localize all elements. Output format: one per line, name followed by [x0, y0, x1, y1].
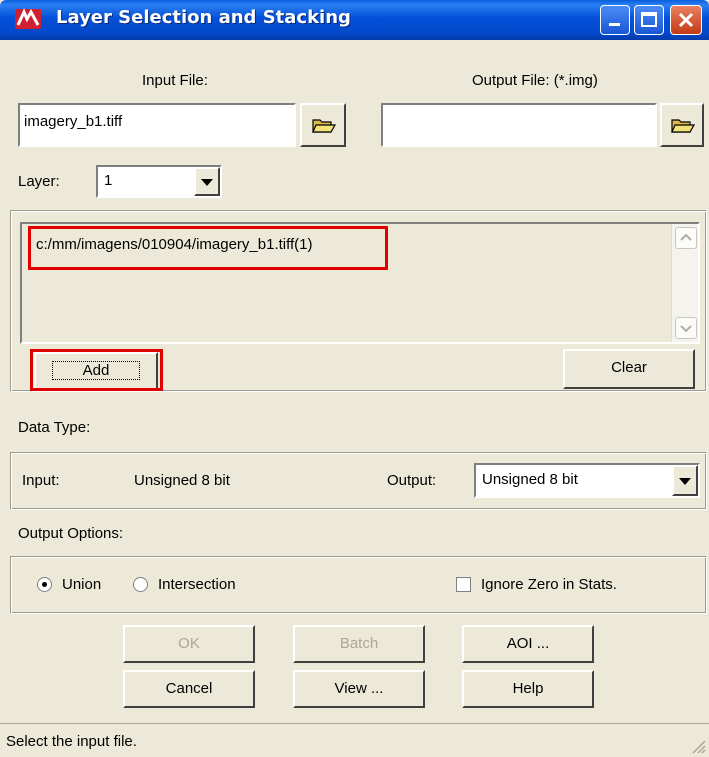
ok-button[interactable]: OK — [123, 625, 255, 663]
chevron-up-icon — [680, 233, 692, 241]
batch-button[interactable]: Batch — [293, 625, 425, 663]
highlight-box-list-item — [28, 226, 388, 270]
maximize-button[interactable] — [634, 5, 664, 35]
view-button[interactable]: View ... — [293, 670, 425, 708]
chevron-down-icon — [680, 325, 692, 333]
resize-grip-icon[interactable] — [690, 738, 706, 754]
chevron-down-icon — [201, 179, 213, 186]
cancel-button[interactable]: Cancel — [123, 670, 255, 708]
layer-list-scrollbar[interactable] — [671, 224, 698, 342]
input-file-browse-button[interactable] — [300, 103, 346, 147]
output-file-field[interactable] — [381, 103, 657, 147]
input-type-value: Unsigned 8 bit — [134, 472, 230, 489]
chevron-down-icon — [679, 478, 691, 485]
output-options-heading: Output Options: — [18, 525, 124, 542]
status-text: Select the input file. — [6, 733, 137, 750]
folder-open-icon — [671, 119, 695, 133]
output-type-label: Output: — [387, 472, 437, 489]
close-icon — [678, 12, 694, 28]
intersection-label[interactable]: Intersection — [158, 576, 236, 593]
minimize-icon — [609, 23, 620, 26]
input-file-label: Input File: — [142, 72, 208, 89]
output-file-label: Output File: (*.img) — [472, 72, 598, 89]
help-button[interactable]: Help — [462, 670, 594, 708]
scroll-up-button[interactable] — [675, 227, 697, 249]
output-type-dropdown-button[interactable] — [672, 465, 698, 496]
app-icon — [15, 8, 41, 29]
scroll-down-button[interactable] — [675, 317, 697, 339]
output-type-value: Unsigned 8 bit — [482, 471, 578, 488]
layer-select[interactable]: 1 — [96, 165, 222, 198]
layer-dropdown-button[interactable] — [194, 167, 220, 196]
clear-button[interactable]: Clear — [563, 349, 695, 389]
output-file-browse-button[interactable] — [660, 103, 704, 147]
maximize-icon — [641, 12, 657, 27]
intersection-radio[interactable] — [133, 577, 148, 592]
union-label[interactable]: Union — [62, 576, 101, 593]
input-type-label: Input: — [22, 472, 60, 489]
input-file-value: imagery_b1.tiff — [24, 113, 123, 130]
highlight-box-add — [30, 349, 163, 391]
radio-selected-dot — [42, 582, 47, 587]
status-bar: Select the input file. — [0, 723, 709, 757]
aoi-button[interactable]: AOI ... — [462, 625, 594, 663]
data-type-heading: Data Type: — [18, 419, 91, 436]
ignore-zero-label[interactable]: Ignore Zero in Stats. — [481, 576, 617, 593]
union-radio[interactable] — [37, 577, 52, 592]
ignore-zero-checkbox[interactable] — [456, 577, 471, 592]
output-type-select[interactable]: Unsigned 8 bit — [474, 463, 700, 498]
minimize-button[interactable] — [600, 5, 630, 35]
folder-open-icon — [312, 119, 336, 133]
input-file-field[interactable]: imagery_b1.tiff — [18, 103, 296, 147]
layer-select-value: 1 — [104, 172, 113, 189]
window-title: Layer Selection and Stacking — [56, 7, 351, 28]
layer-label: Layer: — [18, 173, 60, 190]
close-button[interactable] — [670, 5, 702, 35]
